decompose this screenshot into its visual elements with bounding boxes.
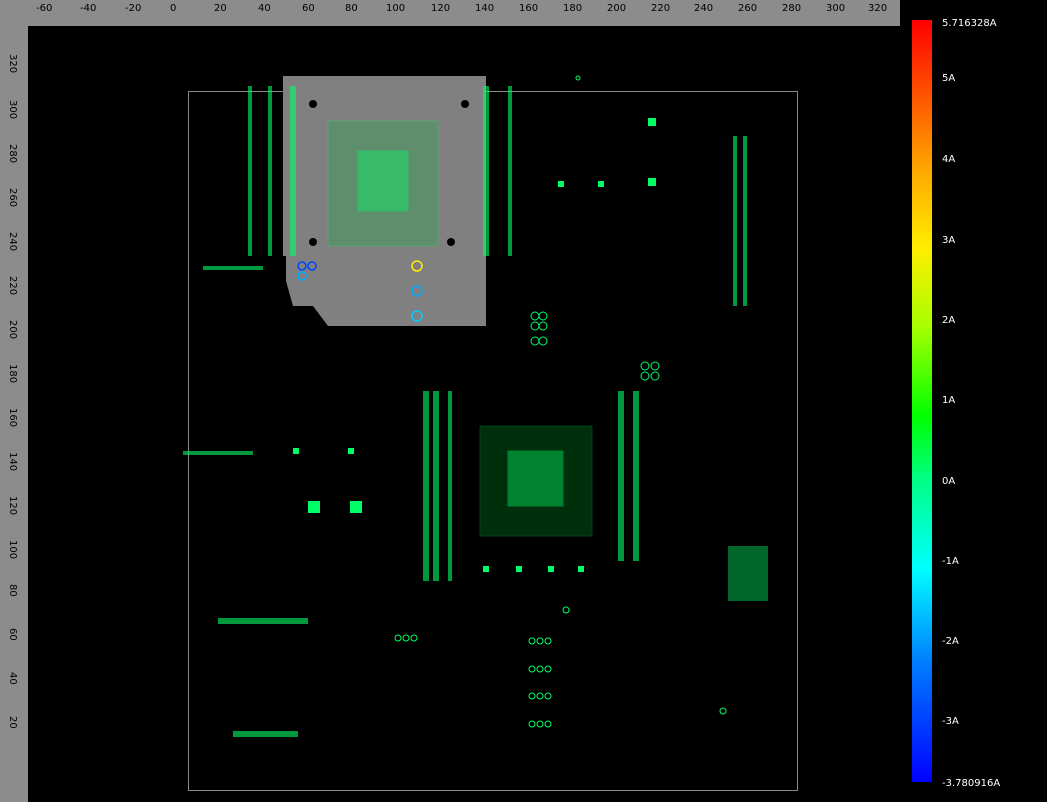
ruler-top-label: 0 <box>170 3 177 14</box>
ruler-top-label: 200 <box>607 3 627 14</box>
ruler-top-label: 40 <box>258 3 271 14</box>
ruler-top-label: 100 <box>386 3 406 14</box>
ruler-top-label: 160 <box>519 3 539 14</box>
ruler-left: 320 300 280 260 240 220 200 180 160 140 … <box>0 26 28 802</box>
pcb-layout-svg <box>183 75 768 737</box>
ruler-left-label: 280 <box>7 144 18 164</box>
colorbar-tick-label: 4A <box>942 154 956 165</box>
ruler-left-label: 40 <box>7 672 18 685</box>
bga-upper <box>327 120 439 247</box>
ruler-left-label: 300 <box>7 100 18 120</box>
ruler-top-label: 120 <box>431 3 451 14</box>
colorbar-max-label: 5.716328A <box>942 18 997 29</box>
ruler-top-label: -60 <box>36 3 53 14</box>
bga-lower <box>479 425 593 537</box>
colorbar-tick-label: -1A <box>942 556 959 567</box>
ruler-top-label: 80 <box>345 3 358 14</box>
ruler-left-label: 100 <box>7 540 18 560</box>
current-colorbar <box>912 20 932 782</box>
ruler-top-label: 140 <box>475 3 495 14</box>
ruler-top-label: 320 <box>868 3 888 14</box>
ruler-left-label: 220 <box>7 276 18 296</box>
ruler-left-label: 140 <box>7 452 18 472</box>
ruler-top-label: 260 <box>738 3 758 14</box>
ruler-top-label: 60 <box>302 3 315 14</box>
colorbar-tick-label: 3A <box>942 235 956 246</box>
colorbar-tick-label: 2A <box>942 315 956 326</box>
ruler-left-label: 60 <box>7 628 18 641</box>
colorbar-tick-label: 0A <box>942 476 956 487</box>
ruler-top-label: 300 <box>826 3 846 14</box>
ruler-top-label: 180 <box>563 3 583 14</box>
colorbar-tick-label: -3A <box>942 716 959 727</box>
ruler-top-label: -40 <box>80 3 97 14</box>
ruler-left-label: 80 <box>7 584 18 597</box>
ruler-top-label: 280 <box>782 3 802 14</box>
colorbar-tick-label: 1A <box>942 395 956 406</box>
ruler-corner <box>0 0 28 26</box>
ruler-top: -60 -40 -20 0 20 40 60 80 100 120 140 16… <box>0 0 900 26</box>
colorbar-tick-label: -2A <box>942 636 959 647</box>
ruler-left-label: 240 <box>7 232 18 252</box>
ruler-top-label: 220 <box>651 3 671 14</box>
ruler-left-label: 160 <box>7 408 18 428</box>
ruler-top-label: 240 <box>694 3 714 14</box>
ruler-top-label: 20 <box>214 3 227 14</box>
colorbar-tick-label: 5A <box>942 73 956 84</box>
pcb-canvas[interactable] <box>28 26 900 802</box>
colorbar-min-label: -3.780916A <box>942 778 1001 789</box>
ruler-left-label: 200 <box>7 320 18 340</box>
ruler-left-label: 20 <box>7 716 18 729</box>
ruler-left-label: 320 <box>7 54 18 74</box>
ruler-left-label: 260 <box>7 188 18 208</box>
ruler-left-label: 120 <box>7 496 18 516</box>
ruler-left-label: 180 <box>7 364 18 384</box>
ruler-top-label: -20 <box>125 3 142 14</box>
